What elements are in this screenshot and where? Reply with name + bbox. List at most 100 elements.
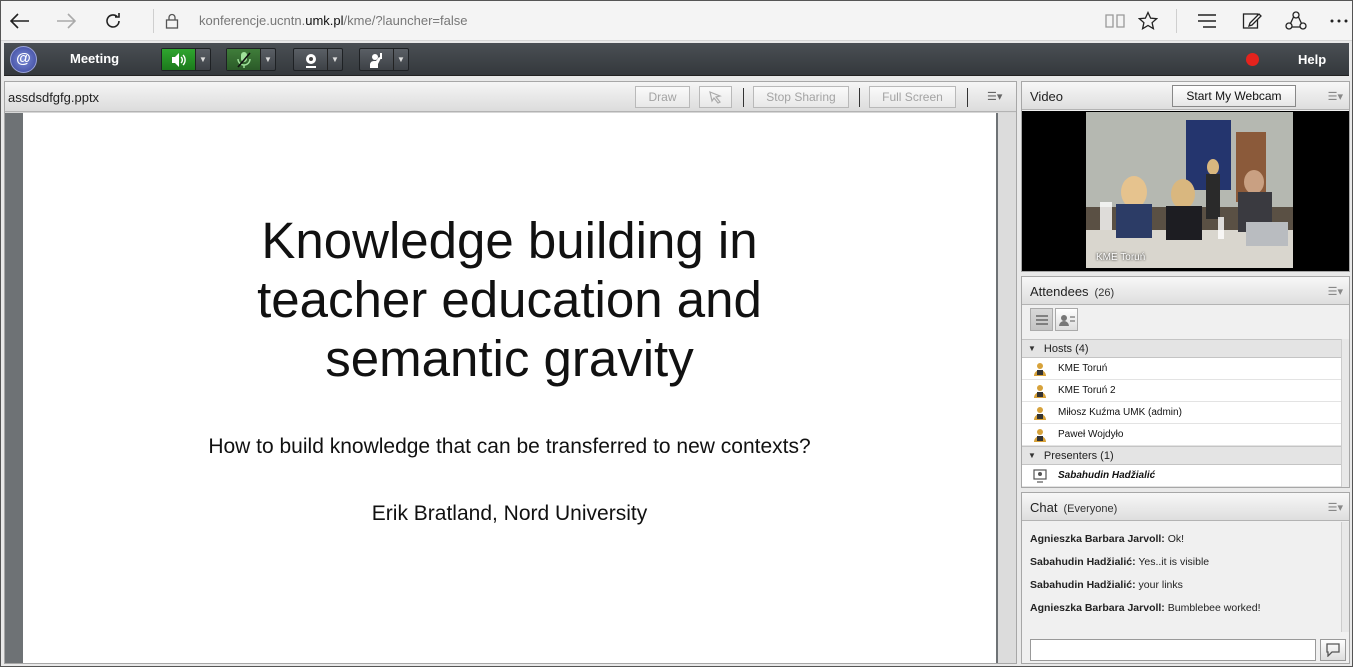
hosts-group-label: Hosts (4) — [1043, 342, 1089, 355]
refresh-icon[interactable] — [98, 7, 128, 35]
host-user-icon — [1032, 405, 1048, 421]
chevron-down-icon[interactable]: ▼ — [394, 49, 408, 70]
chat-text: your links — [1135, 579, 1183, 591]
attendee-row[interactable]: Sabahudin Hadžialić — [1022, 465, 1341, 487]
share-pod-header: assdsdfgfg.pptx Draw Stop Sharing Full S… — [5, 82, 1016, 112]
send-message-button[interactable] — [1320, 639, 1346, 661]
draw-button[interactable]: Draw — [635, 86, 690, 108]
url-domain: umk.pl — [305, 13, 344, 28]
chat-text: Bumblebee worked! — [1164, 602, 1261, 614]
host-user-icon — [1032, 361, 1048, 377]
meeting-toolbar: @ Meeting ▼ ▼ ▼ ▼ Help — [4, 43, 1349, 76]
web-note-icon[interactable] — [1239, 8, 1265, 34]
attendee-name: Miłosz Kuźma UMK (admin) — [1058, 407, 1182, 418]
attendee-row[interactable]: KME Toruń 2 — [1022, 380, 1341, 402]
attendee-row[interactable]: Paweł Wojdyło — [1022, 424, 1341, 446]
full-screen-button[interactable]: Full Screen — [869, 86, 956, 108]
pod-options-menu-icon[interactable]: ☰▾ — [1328, 285, 1343, 298]
start-webcam-button[interactable]: Start My Webcam — [1172, 85, 1296, 107]
forward-arrow-icon[interactable] — [51, 7, 81, 35]
presentation-slide: Knowledge building in teacher education … — [23, 113, 996, 663]
attendees-pod: Attendees (26) ☰▾ ▼ Hosts (4) KME Toruń KM… — [1021, 276, 1350, 488]
chat-message: Sabahudin Hadžialić: your links — [1030, 579, 1340, 602]
url-path: /kme/?launcher=false — [343, 13, 468, 28]
hosts-group-header[interactable]: ▼ Hosts (4) — [1022, 339, 1341, 358]
chat-text: Ok! — [1164, 533, 1185, 545]
host-user-icon — [1032, 427, 1048, 443]
hub-icon[interactable] — [1194, 8, 1220, 34]
chat-message: Agnieszka Barbara Jarvoll: Bumblebee wor… — [1030, 602, 1340, 625]
attendee-row[interactable]: KME Toruń — [1022, 358, 1341, 380]
attendee-name: KME Toruń 2 — [1058, 385, 1116, 396]
slide-author: Erik Bratland, Nord University — [371, 502, 648, 525]
share-icon[interactable] — [1283, 8, 1309, 34]
stop-sharing-button[interactable]: Stop Sharing — [753, 86, 849, 108]
url-prefix: konferencje.ucntn. — [199, 13, 306, 28]
status-control[interactable]: ▼ — [359, 48, 409, 71]
webcam-feed[interactable]: KME Toruń — [1086, 112, 1293, 268]
lock-icon[interactable] — [161, 9, 183, 33]
pod-options-menu-icon[interactable]: ☰▾ — [987, 90, 1002, 103]
chat-author: Agnieszka Barbara Jarvoll: — [1030, 533, 1165, 545]
microphone-control[interactable]: ▼ — [226, 48, 276, 71]
pointer-icon — [708, 91, 722, 104]
video-pod-title: Video — [1030, 89, 1064, 104]
chat-author: Sabahudin Hadžialić: — [1030, 556, 1136, 568]
attendee-count: (26) — [1094, 287, 1115, 299]
camera-control[interactable]: ▼ — [293, 48, 343, 71]
chat-message: Sabahudin Hadžialić: Yes..it is visible — [1030, 556, 1340, 579]
user-view-icon[interactable] — [1055, 308, 1078, 331]
webcam-icon[interactable] — [294, 49, 328, 70]
attendee-row[interactable]: Miłosz Kuźma UMK (admin) — [1022, 402, 1341, 424]
chat-pod-header: Chat (Everyone) ☰▾ — [1022, 493, 1349, 521]
chevron-down-icon[interactable]: ▼ — [328, 49, 342, 70]
pointer-tool-button[interactable] — [699, 86, 732, 108]
speaker-control[interactable]: ▼ — [161, 48, 211, 71]
address-bar[interactable]: konferencje.ucntn.umk.pl/kme/?launcher=f… — [199, 13, 467, 28]
chat-pod: Chat (Everyone) ☰▾ Agnieszka Barbara Jarv… — [1021, 492, 1350, 664]
share-pod: assdsdfgfg.pptx Draw Stop Sharing Full S… — [4, 81, 1017, 664]
chevron-down-icon[interactable]: ▼ — [196, 49, 210, 70]
browser-toolbar: konferencje.ucntn.umk.pl/kme/?launcher=f… — [1, 1, 1352, 41]
attendees-pod-title: Attendees (26) — [1030, 284, 1114, 299]
speech-bubble-icon — [1326, 643, 1340, 657]
recording-indicator-icon[interactable] — [1246, 53, 1259, 66]
help-menu[interactable]: Help — [1298, 52, 1326, 67]
chevron-down-icon: ▼ — [1028, 344, 1036, 353]
attendee-list: ▼ Hosts (4) KME Toruń KME Toruń 2 Miłosz … — [1022, 339, 1341, 487]
video-pod: Video Start My Webcam ☰▾ KME Toruń — [1021, 81, 1350, 272]
chat-scope: (Everyone) — [1063, 503, 1118, 515]
chat-message-input[interactable] — [1030, 639, 1316, 661]
speaker-icon[interactable] — [162, 49, 196, 70]
attendee-view-toggle — [1030, 308, 1078, 331]
back-arrow-icon[interactable] — [5, 7, 35, 35]
attendees-pod-header: Attendees (26) ☰▾ — [1022, 277, 1349, 305]
meeting-menu[interactable]: Meeting — [70, 51, 119, 66]
slide-scrollbar[interactable] — [998, 113, 1016, 663]
slide-title: Knowledge building in teacher education … — [23, 211, 996, 388]
toolbar-divider — [153, 9, 154, 33]
favorite-star-icon[interactable] — [1135, 8, 1161, 34]
chat-scrollbar[interactable] — [1341, 522, 1349, 632]
microphone-muted-icon[interactable] — [227, 49, 261, 70]
attendee-list-scrollbar[interactable] — [1341, 339, 1349, 487]
presenters-group-header[interactable]: ▼ Presenters (1) — [1022, 446, 1341, 465]
webcam-name-label: KME Toruń — [1096, 252, 1146, 263]
chat-pod-title: Chat (Everyone) — [1030, 500, 1117, 515]
video-pod-header: Video Start My Webcam ☰▾ — [1022, 82, 1349, 110]
presenter-user-icon — [1032, 468, 1048, 484]
raise-hand-icon[interactable] — [360, 49, 394, 70]
toolbar-divider — [1176, 9, 1177, 33]
chat-message-list: Agnieszka Barbara Jarvoll: Ok! Sabahudin… — [1030, 533, 1340, 625]
pod-options-menu-icon[interactable]: ☰▾ — [1328, 90, 1343, 103]
chevron-down-icon[interactable]: ▼ — [261, 49, 275, 70]
connect-logo-icon[interactable]: @ — [10, 46, 37, 73]
list-view-icon[interactable] — [1030, 308, 1053, 331]
host-user-icon — [1032, 383, 1048, 399]
more-icon[interactable] — [1326, 8, 1352, 34]
attendee-name: KME Toruń — [1058, 363, 1108, 374]
presenters-group-label: Presenters (1) — [1043, 449, 1114, 462]
pod-options-menu-icon[interactable]: ☰▾ — [1328, 501, 1343, 514]
shared-file-name: assdsdfgfg.pptx — [8, 90, 100, 105]
reading-view-icon[interactable] — [1102, 8, 1128, 34]
